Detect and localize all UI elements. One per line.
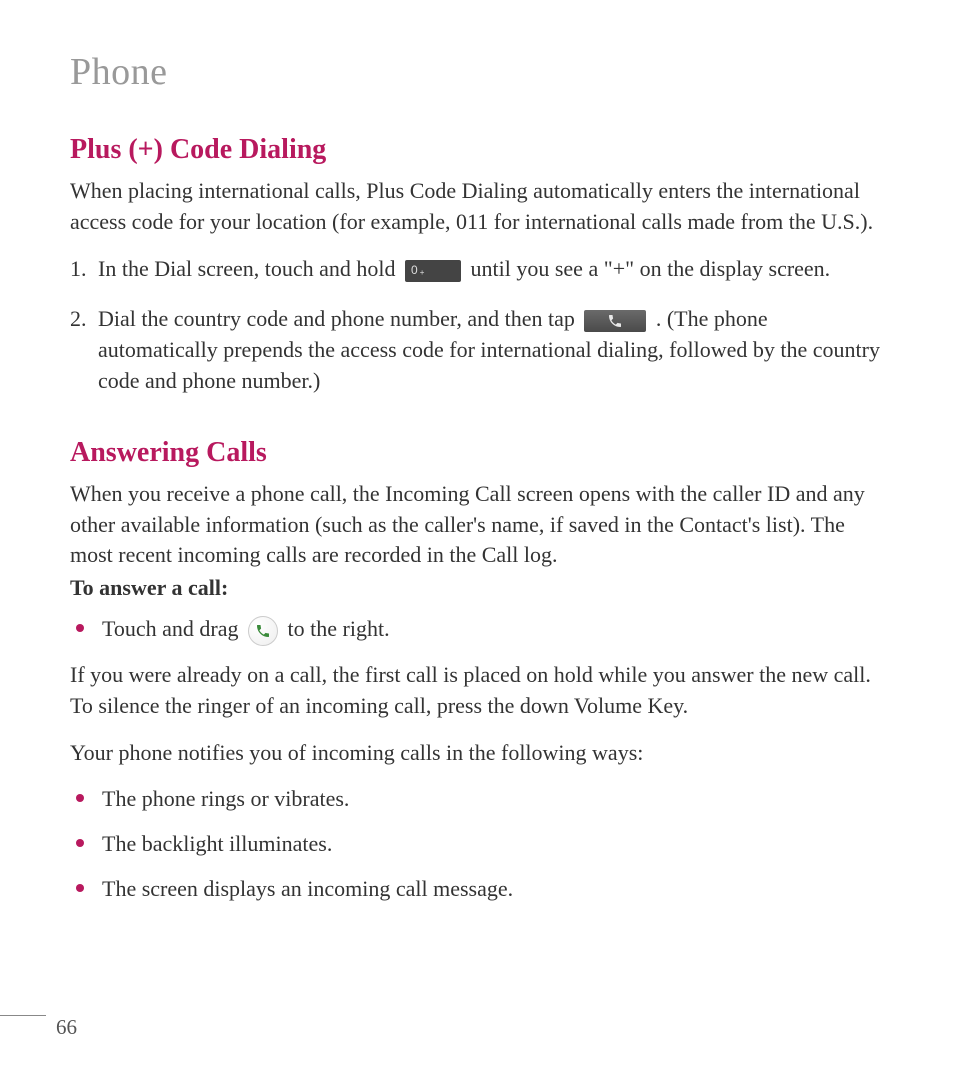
list-item: The screen displays an incoming call mes… [70, 874, 884, 905]
heading-plus-code-dialing: Plus (+) Code Dialing [70, 134, 884, 166]
answer-steps-list: Touch and drag to the right. [70, 614, 884, 646]
touch-drag-text-b: to the right. [288, 616, 390, 641]
to-answer-label: To answer a call: [70, 573, 884, 604]
heading-answering-calls: Answering Calls [70, 437, 884, 469]
list-item: The backlight illuminates. [70, 829, 884, 860]
answer-drag-icon [248, 616, 278, 646]
zero-key-sup: + [420, 267, 425, 278]
step-1: 1. In the Dial screen, touch and hold 0+… [70, 254, 884, 285]
zero-plus-key-icon: 0+ [405, 260, 461, 282]
step-1-text-a: In the Dial screen, touch and hold [98, 256, 401, 281]
step-number: 1. [70, 254, 87, 285]
step-number: 2. [70, 304, 87, 335]
plus-code-intro-paragraph: When placing international calls, Plus C… [70, 176, 884, 238]
step-1-text-b: until you see a "+" on the display scree… [471, 256, 831, 281]
footer-rule [0, 1015, 46, 1016]
page-title: Phone [70, 50, 884, 94]
touch-drag-text-a: Touch and drag [102, 616, 244, 641]
list-item: The phone rings or vibrates. [70, 784, 884, 815]
call-button-icon [584, 310, 646, 332]
hold-call-paragraph: If you were already on a call, the first… [70, 660, 884, 722]
notify-intro-paragraph: Your phone notifies you of incoming call… [70, 738, 884, 769]
step-2-text-a: Dial the country code and phone number, … [98, 306, 580, 331]
touch-drag-step: Touch and drag to the right. [70, 614, 884, 646]
answering-intro-paragraph: When you receive a phone call, the Incom… [70, 479, 884, 571]
page-number: 66 [56, 1015, 77, 1040]
step-2: 2. Dial the country code and phone numbe… [70, 304, 884, 396]
zero-key-label: 0 [411, 262, 418, 279]
plus-code-steps-list: 1. In the Dial screen, touch and hold 0+… [70, 254, 884, 397]
notify-ways-list: The phone rings or vibrates. The backlig… [70, 784, 884, 904]
